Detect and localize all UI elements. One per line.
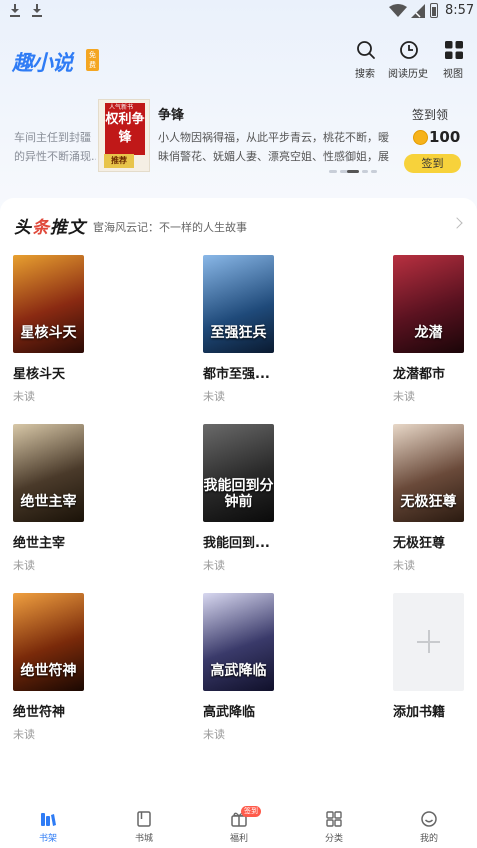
book-title: 都市至强... [203, 367, 270, 382]
bookshelf-icon [41, 813, 56, 826]
book-item[interactable]: 星核斗天 星核斗天 未读 [13, 255, 113, 405]
headline-subtitle[interactable]: 宦海风云记：不一样的人生故事 [93, 219, 247, 235]
nav-label: 书架 [38, 834, 57, 844]
recommend-tag: 推荐 [104, 154, 134, 168]
download-icon [10, 4, 20, 18]
book-status: 未读 [13, 559, 35, 572]
top-background [0, 0, 477, 212]
book-cover[interactable]: 龙潜 [393, 255, 464, 353]
book-cover[interactable]: 我能回到分钟前 [203, 424, 274, 522]
clock-icon [400, 41, 418, 59]
nav-bookshelf[interactable]: 书架 [0, 800, 96, 848]
book-item[interactable]: 高武降临 高武降临 未读 [203, 593, 303, 743]
book-title: 高武降临 [203, 705, 256, 720]
book-title: 星核斗天 [13, 367, 66, 382]
book-cover[interactable]: 星核斗天 [13, 255, 84, 353]
book-title: 我能回到... [203, 536, 270, 551]
book-item[interactable]: 至强狂兵 都市至强... 未读 [203, 255, 303, 405]
book-status: 未读 [203, 559, 225, 572]
prev-snippet-line: 车间主任到封疆 [14, 131, 91, 144]
cover-top-tag: 人气新书 [109, 104, 134, 111]
nav-profile[interactable]: 我的 [381, 800, 477, 848]
nav-label: 福利 [229, 834, 248, 844]
book-icon [137, 811, 151, 827]
nav-label: 我的 [419, 834, 438, 844]
signin-button[interactable]: 签到 [404, 154, 461, 173]
book-title: 绝世符神 [13, 705, 66, 720]
book-status: 未读 [13, 728, 35, 741]
app-logo: 趣小说 免费 [12, 47, 99, 75]
book-title: 无极狂尊 [393, 536, 446, 551]
bottom-nav: 书架 书城 签到 福利 分类 我的 [0, 800, 477, 848]
category-icon [326, 811, 342, 827]
nav-bookstore[interactable]: 书城 [96, 800, 192, 848]
nav-category[interactable]: 分类 [286, 800, 382, 848]
carousel-dot-active [347, 170, 359, 173]
carousel-dot [362, 170, 368, 173]
recommend-title[interactable]: 争锋 [158, 104, 184, 123]
book-cover[interactable]: 无极狂尊 [393, 424, 464, 522]
book-status: 未读 [393, 390, 415, 403]
book-status: 未读 [203, 390, 225, 403]
recommend-desc: 小人物因祸得福，从此平步青云，桃花不断，暧昧俏警花、妩媚人妻、漂亮空姐、性感御姐… [158, 131, 389, 163]
logo-text: 趣小说 [12, 51, 73, 75]
signin-title: 签到领 [412, 108, 449, 122]
book-status: 未读 [13, 390, 35, 403]
signal-icon [411, 4, 425, 18]
add-book-item[interactable]: 添加书籍 [393, 593, 477, 743]
book-cover[interactable]: 至强狂兵 [203, 255, 274, 353]
carousel-dot [329, 170, 337, 173]
book-cover[interactable]: 绝世主宰 [13, 424, 84, 522]
view-label: 视图 [443, 69, 463, 80]
signin-coins: 100 [429, 128, 461, 146]
view-toggle-button[interactable]: 视图 [433, 40, 473, 80]
nav-label: 分类 [324, 834, 343, 844]
carousel-indicator [329, 170, 377, 173]
download-icon [32, 4, 42, 18]
headline-title: 头条推文 [14, 218, 86, 238]
book-status: 未读 [203, 728, 225, 741]
book-cover[interactable]: 高武降临 [203, 593, 274, 691]
book-title: 绝世主宰 [13, 536, 66, 551]
status-bar: 8:57 [0, 0, 477, 24]
book-item[interactable]: 无极狂尊 无极狂尊 未读 [393, 424, 477, 574]
book-title: 龙潜都市 [393, 367, 446, 382]
logo-tag: 免费 [86, 49, 99, 71]
nav-welfare[interactable]: 签到 福利 [191, 800, 287, 848]
battery-icon [430, 3, 438, 18]
welfare-badge: 签到 [241, 806, 261, 817]
book-status: 未读 [393, 559, 415, 572]
profile-icon [421, 811, 437, 827]
prev-snippet-line: 的异性不断涌现... [14, 150, 96, 163]
prev-recommend-snippet[interactable]: 车间主任到封疆 的异性不断涌现... [14, 128, 96, 166]
book-item[interactable]: 绝世主宰 绝世主宰 未读 [13, 424, 113, 574]
status-time: 8:57 [445, 3, 475, 18]
search-button[interactable]: 搜索 [345, 40, 385, 80]
reading-history-button[interactable]: 阅读历史 [388, 40, 428, 80]
search-icon [357, 41, 375, 59]
book-cover[interactable]: 绝世符神 [13, 593, 84, 691]
grid-view-icon [445, 41, 463, 59]
carousel-dot [371, 170, 377, 173]
add-book-placeholder[interactable] [393, 593, 464, 691]
book-item[interactable]: 龙潜 龙潜都市 未读 [393, 255, 477, 405]
coin-icon [413, 130, 428, 145]
add-book-label: 添加书籍 [393, 705, 446, 720]
book-item[interactable]: 绝世符神 绝世符神 未读 [13, 593, 113, 743]
book-item[interactable]: 我能回到分钟前 我能回到... 未读 [203, 424, 303, 574]
nav-label: 书城 [134, 834, 153, 844]
recommend-book-cover[interactable]: 权利争锋 人气新书 推荐 [98, 99, 150, 172]
wifi-icon [389, 4, 407, 17]
